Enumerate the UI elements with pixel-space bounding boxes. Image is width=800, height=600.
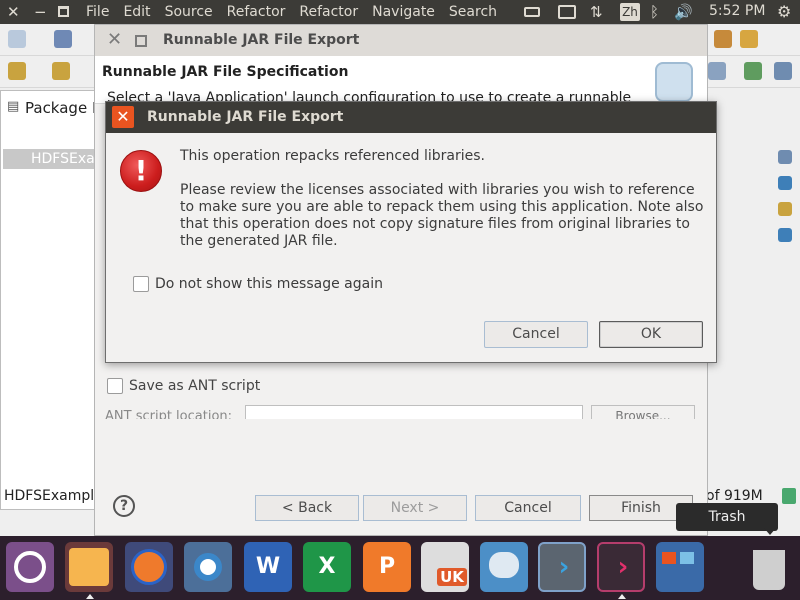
next-button[interactable]: Next > [363, 495, 467, 521]
menu-source[interactable]: Source [165, 4, 213, 20]
input-method-label: Zh [620, 3, 640, 21]
palette-icon[interactable] [714, 30, 732, 48]
files-icon[interactable] [65, 542, 113, 592]
open-perspective-icon[interactable] [708, 62, 726, 80]
java-ee-perspective-icon[interactable] [744, 62, 762, 80]
menu-search[interactable]: Search [449, 4, 497, 20]
dialog-headline: This operation repacks referenced librar… [180, 148, 485, 164]
writer-icon[interactable]: W [244, 542, 292, 592]
close-icon[interactable]: ✕ [112, 106, 134, 128]
ant-location-label: ANT script location: [105, 409, 233, 419]
save-ant-option[interactable]: Save as ANT script [107, 378, 260, 394]
console-icon[interactable] [778, 228, 792, 242]
dialog-titlebar: ✕ Runnable JAR File Export [106, 102, 716, 133]
top-panel: ✕ − File Edit Source Refactor Refactor N… [0, 0, 800, 24]
error-icon: ! [120, 150, 162, 192]
network-transfer-icon[interactable]: ⇅ [590, 3, 603, 21]
browse-button[interactable]: Browse... [591, 405, 695, 419]
right-trim [770, 90, 800, 510]
tooltip-arrow [764, 528, 776, 535]
package-explorer: ▤ Package E HDFSExa [0, 90, 101, 510]
menu-refactor-2[interactable]: Refactor [299, 4, 358, 20]
dialog-message: Please review the licenses associated wi… [180, 182, 704, 249]
ubuntu-dash-icon[interactable] [6, 542, 54, 592]
javadoc-icon[interactable] [778, 202, 792, 216]
repack-warning-dialog: ✕ Runnable JAR File Export ! This operat… [105, 101, 717, 363]
next-annotation-icon[interactable] [8, 62, 26, 80]
app-icon[interactable] [480, 542, 528, 592]
dont-show-label: Do not show this message again [155, 276, 383, 292]
firefox-icon[interactable] [125, 542, 173, 592]
new-icon[interactable] [8, 30, 26, 48]
project-item[interactable]: HDFSExa [3, 149, 97, 169]
garbage-collect-icon[interactable] [782, 488, 796, 504]
uk-badge: UK [437, 568, 467, 586]
menu-navigate[interactable]: Navigate [372, 4, 435, 20]
save-ant-label: Save as ANT script [129, 378, 261, 394]
java-perspective-icon[interactable] [774, 62, 792, 80]
back-button[interactable]: < Back [255, 495, 359, 521]
input-method-indicator[interactable]: Zh [620, 3, 640, 21]
volume-icon[interactable]: 🔊 [674, 3, 693, 21]
status-bar-selection: HDFSExample [4, 488, 103, 504]
wizard-heading: Runnable JAR File Specification [102, 64, 349, 80]
jar-icon [655, 62, 693, 102]
trash-tooltip: Trash [676, 503, 778, 531]
menu-edit[interactable]: Edit [123, 4, 150, 20]
heap-status[interactable]: of 919M [706, 488, 763, 504]
prev-annotation-icon[interactable] [52, 62, 70, 80]
clock[interactable]: 5:52 PM [709, 3, 765, 19]
pencil-icon[interactable] [740, 30, 758, 48]
files-running-indicator [86, 594, 94, 599]
wizard-cancel-button[interactable]: Cancel [475, 495, 581, 521]
bluetooth-icon[interactable]: ᛒ [650, 3, 659, 21]
chromium-icon[interactable] [184, 542, 232, 592]
window-close-icon[interactable]: ✕ [7, 2, 21, 22]
battery-icon[interactable] [524, 3, 540, 21]
dialog-title: Runnable JAR File Export [147, 109, 344, 125]
package-explorer-icon: ▤ [7, 99, 20, 114]
dont-show-checkbox[interactable] [133, 276, 149, 292]
wizard-header: Runnable JAR File Specification Select a… [95, 56, 707, 104]
cancel-button[interactable]: Cancel [484, 321, 588, 348]
package-explorer-title[interactable]: Package E [25, 99, 101, 117]
menu-bar: File Edit Source Refactor Refactor Navig… [86, 0, 511, 24]
terminal-2-icon[interactable]: › [597, 542, 645, 592]
workspace-switcher-icon[interactable] [656, 542, 704, 592]
at-icon[interactable] [778, 176, 792, 190]
terminal-running-indicator [618, 594, 626, 599]
window-minimize-icon[interactable]: − [34, 2, 48, 22]
terminal-icon[interactable]: › [538, 542, 586, 592]
menu-file[interactable]: File [86, 4, 109, 20]
save-icon[interactable] [54, 30, 72, 48]
ant-location-input[interactable] [245, 405, 583, 419]
ok-button[interactable]: OK [599, 321, 703, 348]
menu-refactor[interactable]: Refactor [227, 4, 286, 20]
impress-icon[interactable]: P [363, 542, 411, 592]
ubuntu-software-icon[interactable]: UK [421, 542, 469, 592]
maximize-icon[interactable] [135, 35, 147, 47]
wizard-titlebar: ✕ Runnable JAR File Export [95, 25, 707, 56]
outline-icon[interactable] [778, 150, 792, 164]
calc-icon[interactable]: X [303, 542, 351, 592]
wizard-title: Runnable JAR File Export [163, 32, 360, 48]
save-ant-checkbox[interactable] [107, 378, 123, 394]
help-icon[interactable]: ? [113, 495, 135, 517]
keyboard-icon[interactable] [558, 3, 576, 21]
close-icon[interactable]: ✕ [107, 30, 122, 50]
dont-show-option[interactable]: Do not show this message again [133, 276, 383, 292]
window-maximize-icon[interactable] [58, 6, 69, 17]
trash-icon[interactable] [745, 542, 793, 592]
gear-icon[interactable]: ⚙ [777, 3, 791, 21]
